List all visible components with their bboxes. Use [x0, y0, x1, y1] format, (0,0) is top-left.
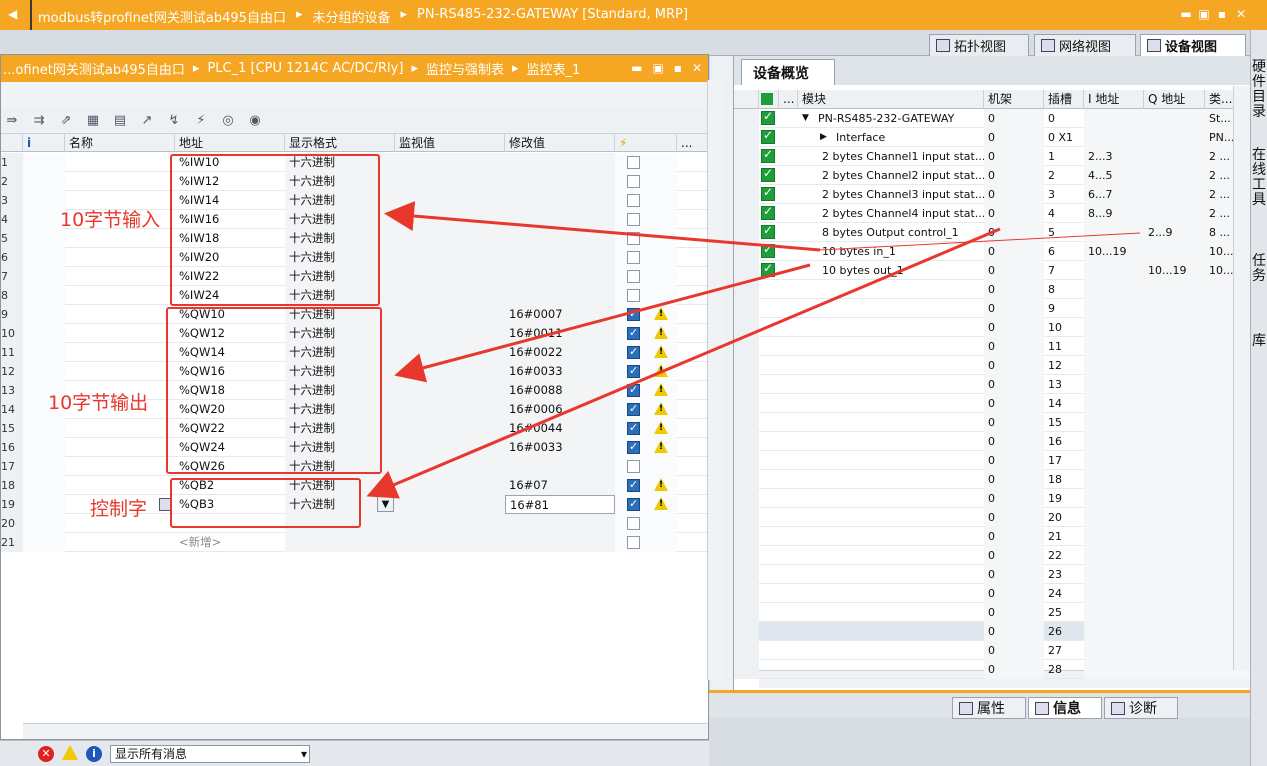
arrow-input [384, 201, 821, 252]
filter-value: 显示所有消息 [115, 747, 188, 761]
arrow-output [394, 263, 811, 383]
message-bar: ✕ i 显示所有消息 ▾ [0, 740, 709, 766]
arrow-control [366, 227, 1001, 499]
annotation-arrows [366, 201, 1141, 499]
error-filter-icon[interactable]: ✕ [38, 746, 54, 762]
chevron-down-icon: ▾ [300, 747, 307, 761]
message-filter-select[interactable]: 显示所有消息 ▾ [110, 745, 310, 763]
info-filter-icon[interactable]: i [86, 746, 102, 762]
warning-filter-icon[interactable] [62, 745, 78, 760]
